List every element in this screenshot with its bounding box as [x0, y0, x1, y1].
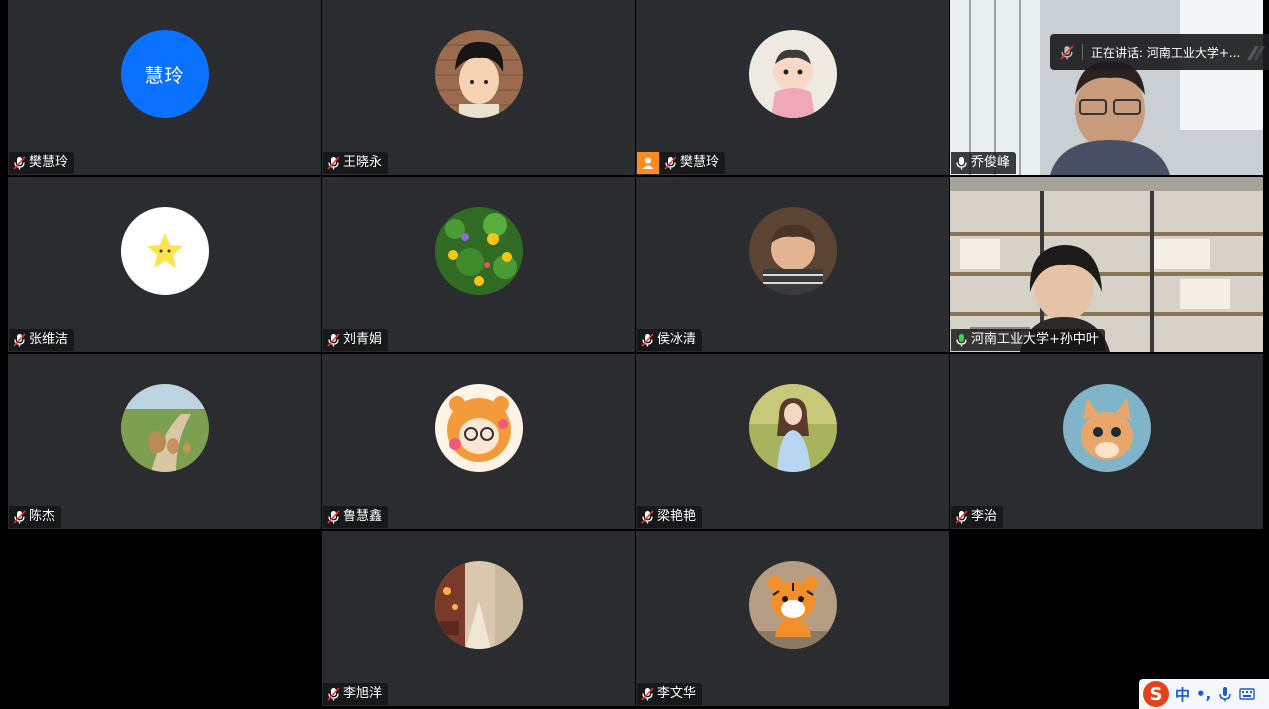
participant-tile[interactable]: 梁艳艳	[636, 354, 949, 529]
mic-muted-icon	[327, 156, 340, 170]
participant-tile[interactable]: 李文华	[636, 531, 949, 706]
mic-muted-icon	[664, 156, 677, 170]
name-tag: 李文华	[637, 683, 703, 705]
name-tag: 陈杰	[9, 506, 62, 528]
mic-muted-icon	[13, 333, 26, 347]
name-tag: 乔俊峰	[951, 152, 1017, 174]
woman-photo-avatar	[748, 384, 837, 472]
lions-avatar	[120, 384, 209, 472]
street-avatar	[434, 561, 523, 649]
name-tag: 樊慧玲	[9, 152, 75, 174]
participant-tile[interactable]: 侯冰清	[636, 177, 949, 352]
name-tag: 刘青娟	[323, 329, 389, 351]
mic-active-icon	[956, 334, 967, 347]
mic-muted-icon	[327, 687, 340, 701]
ime-punctuation-toggle[interactable]: •,	[1196, 685, 1211, 703]
divider	[1082, 44, 1083, 60]
ime-toolbar[interactable]: S 中 •,	[1139, 679, 1269, 709]
name-tag: 侯冰清	[637, 329, 703, 351]
participant-video-tile[interactable]: 乔俊峰	[950, 0, 1263, 175]
mic-muted-icon	[327, 510, 340, 524]
child-photo-avatar	[748, 207, 837, 295]
participant-tile[interactable]: 张维洁	[8, 177, 321, 352]
camera-video	[950, 0, 1263, 175]
host-icon	[637, 152, 659, 174]
participant-tile[interactable]: 陈杰	[8, 354, 321, 529]
name-tag: 樊慧玲	[660, 152, 726, 174]
star-avatar	[120, 207, 209, 295]
participant-tile[interactable]: 李旭洋	[322, 531, 635, 706]
tiger-girl-avatar	[434, 384, 523, 472]
participant-name: 王晓永	[343, 155, 383, 170]
drag-handle-icon[interactable]	[1245, 42, 1265, 62]
participant-name: 张维洁	[29, 332, 69, 347]
keyboard-icon[interactable]	[1239, 686, 1256, 702]
participant-name: 李治	[971, 509, 998, 524]
sogou-logo-icon[interactable]: S	[1143, 681, 1169, 707]
camera-video	[950, 177, 1263, 352]
name-tag: 张维洁	[9, 329, 75, 351]
participant-name: 梁艳艳	[657, 509, 697, 524]
mic-muted-icon	[13, 510, 26, 524]
microphone-icon[interactable]	[1217, 686, 1233, 702]
baby-drawing-avatar	[748, 30, 837, 118]
name-tag: 鲁慧鑫	[323, 506, 389, 528]
mic-muted-icon[interactable]	[1060, 44, 1074, 60]
participant-tile[interactable]: 王晓永	[322, 0, 635, 175]
participant-name: 刘青娟	[343, 332, 383, 347]
name-tag: 李治	[951, 506, 1004, 528]
participant-name: 陈杰	[29, 509, 56, 524]
participant-tile[interactable]: 慧玲 樊慧玲	[8, 0, 321, 175]
name-tag: 河南工业大学+孙中叶	[951, 329, 1105, 351]
participant-tile[interactable]: 刘青娟	[322, 177, 635, 352]
participant-name: 鲁慧鑫	[343, 509, 383, 524]
participant-video-tile[interactable]: 河南工业大学+孙中叶	[950, 177, 1263, 352]
speaking-text: 正在讲话: 河南工业大学+...	[1091, 45, 1241, 60]
participant-tile[interactable]: 李治	[950, 354, 1263, 529]
participant-name: 乔俊峰	[971, 155, 1011, 170]
participant-name: 李旭洋	[343, 686, 383, 701]
tiger-cub-avatar	[748, 561, 837, 649]
mic-muted-icon	[641, 510, 654, 524]
mic-muted-icon	[13, 156, 26, 170]
mic-muted-icon	[327, 333, 340, 347]
participant-name: 樊慧玲	[680, 155, 720, 170]
ime-mode-toggle[interactable]: 中	[1175, 684, 1190, 705]
participant-name: 河南工业大学+孙中叶	[971, 332, 1099, 347]
participant-tile[interactable]: 鲁慧鑫	[322, 354, 635, 529]
participant-tile[interactable]: 樊慧玲	[636, 0, 949, 175]
kitten-avatar	[1062, 384, 1151, 472]
name-tag: 王晓永	[323, 152, 389, 174]
mic-muted-icon	[641, 687, 654, 701]
participant-name: 李文华	[657, 686, 697, 701]
video-meeting-gallery: 慧玲 樊慧玲 王晓永 樊慧玲 乔俊峰 张维洁 刘青娟 侯冰清 河南工业大学+孙中…	[0, 0, 1269, 709]
avatar-initials: 慧玲	[120, 30, 209, 118]
cartoon-boy-avatar	[434, 30, 523, 118]
participant-name: 樊慧玲	[29, 155, 69, 170]
name-tag: 梁艳艳	[637, 506, 703, 528]
mic-muted-icon	[641, 333, 654, 347]
active-speaker-banner[interactable]: 正在讲话: 河南工业大学+...	[1050, 34, 1269, 70]
mic-icon	[956, 157, 967, 170]
mic-muted-icon	[955, 510, 968, 524]
participant-name: 侯冰清	[657, 332, 697, 347]
flowers-avatar	[434, 207, 523, 295]
name-tag: 李旭洋	[323, 683, 389, 705]
